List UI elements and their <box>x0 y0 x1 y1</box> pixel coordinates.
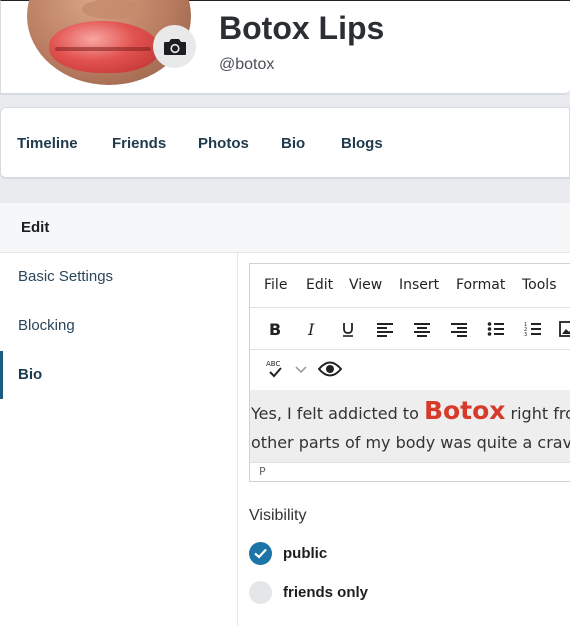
change-photo-button[interactable] <box>153 25 196 68</box>
editor-menubar: File Edit View Insert Format Tools <box>250 264 570 308</box>
svg-text:3: 3 <box>524 332 527 337</box>
content-text-start: Yes, I felt addicted to <box>251 404 424 423</box>
menu-format[interactable]: Format <box>456 277 505 293</box>
tab-photos[interactable]: Photos <box>198 135 249 152</box>
profile-handle: @botox <box>219 56 275 73</box>
spellcheck-icon: ABC <box>266 360 282 378</box>
align-left-icon <box>377 323 393 337</box>
menu-edit[interactable]: Edit <box>306 277 333 293</box>
bold-icon: B <box>269 321 281 337</box>
underline-button[interactable] <box>337 318 359 340</box>
visibility-public-label: public <box>283 544 328 562</box>
bullet-list-button[interactable] <box>485 318 507 340</box>
camera-icon <box>163 38 186 55</box>
side-item-blocking[interactable]: Blocking <box>0 302 238 350</box>
chevron-down-icon <box>295 366 307 374</box>
radio-public[interactable] <box>249 541 272 565</box>
image-icon <box>559 321 570 337</box>
spellcheck-menu-button[interactable] <box>290 359 312 381</box>
radio-friends-only[interactable] <box>249 580 272 604</box>
underline-icon <box>343 323 353 337</box>
align-left-button[interactable] <box>374 318 396 340</box>
profile-tabs: Timeline Friends Photos Bio Blogs <box>0 107 570 179</box>
tab-bio[interactable]: Bio <box>281 135 305 152</box>
align-center-icon <box>414 323 430 337</box>
spellcheck-button[interactable]: ABC <box>264 358 286 380</box>
content-highlight: Botox <box>423 396 506 425</box>
settings-side-nav: Basic Settings Blocking Bio <box>0 253 238 626</box>
numbered-list-button[interactable]: 123 <box>522 318 544 340</box>
align-center-button[interactable] <box>411 318 433 340</box>
menu-tools[interactable]: Tools <box>522 277 557 293</box>
side-item-bio[interactable]: Bio <box>0 351 238 399</box>
content-text-end: right from the start <box>510 404 570 423</box>
panel-title: Edit <box>21 219 50 236</box>
insert-image-button[interactable] <box>557 318 570 340</box>
profile-name: Botox Lips <box>219 10 385 46</box>
editor-toolbar-secondary: ABC <box>250 350 570 390</box>
bold-button[interactable]: B <box>264 318 286 340</box>
content-line-1: Yes, I felt addicted to Botox right from… <box>251 396 570 425</box>
bullet-list-icon <box>487 322 504 336</box>
content-line-2: other parts of my body was quite a cravi… <box>251 433 570 452</box>
visibility-public-option[interactable]: public <box>249 541 327 565</box>
visibility-friends-option[interactable]: friends only <box>249 580 368 604</box>
tab-blogs[interactable]: Blogs <box>341 135 383 152</box>
element-path[interactable]: P <box>259 465 266 478</box>
preview-eye-icon <box>318 361 342 377</box>
profile-header: Botox Lips @botox <box>0 0 570 95</box>
svg-text:ABC: ABC <box>266 360 280 368</box>
avatar-skin <box>82 0 142 19</box>
editor-content[interactable]: Yes, I felt addicted to Botox right from… <box>250 390 570 462</box>
side-item-basic-settings[interactable]: Basic Settings <box>0 253 238 301</box>
tab-timeline[interactable]: Timeline <box>17 135 78 152</box>
visibility-friends-label: friends only <box>283 583 369 601</box>
numbered-list-icon: 123 <box>524 322 541 337</box>
italic-icon: I <box>307 321 315 337</box>
checkmark-icon <box>254 548 267 559</box>
tab-friends[interactable]: Friends <box>112 135 166 152</box>
editor-toolbar: B I 123 <box>250 308 570 350</box>
svg-text:I: I <box>307 321 315 337</box>
menu-view[interactable]: View <box>349 277 382 293</box>
italic-button[interactable]: I <box>301 318 323 340</box>
align-right-button[interactable] <box>448 318 470 340</box>
avatar-lips-line <box>55 47 151 51</box>
menu-file[interactable]: File <box>264 277 287 293</box>
bio-editor: File Edit View Insert Format Tools B I 1… <box>249 263 570 482</box>
editor-statusbar: P <box>250 462 570 482</box>
panel-header: Edit <box>0 203 570 253</box>
menu-insert[interactable]: Insert <box>399 277 439 293</box>
svg-text:B: B <box>269 321 281 337</box>
align-right-icon <box>451 323 467 337</box>
visibility-label: Visibility <box>249 507 307 524</box>
preview-button[interactable] <box>317 358 343 380</box>
